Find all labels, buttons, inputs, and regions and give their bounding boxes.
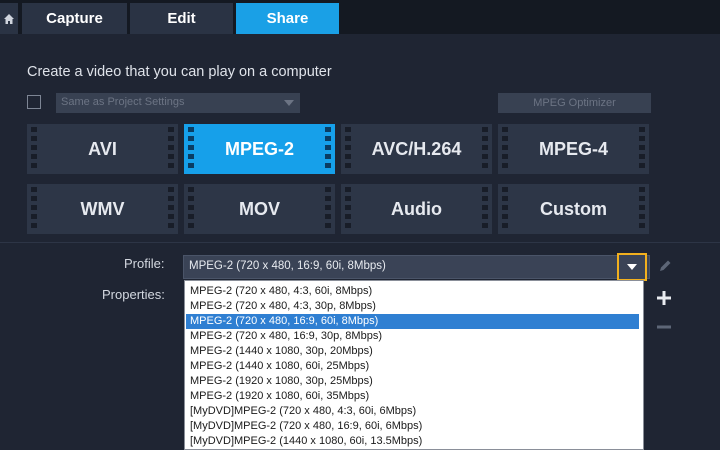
format-custom[interactable]: Custom xyxy=(498,184,649,234)
project-settings-value: Same as Project Settings xyxy=(61,96,185,108)
profile-option[interactable]: MPEG-2 (1440 x 1080, 30p, 20Mbps) xyxy=(186,344,639,359)
profile-option[interactable]: MPEG-2 (1440 x 1080, 60i, 25Mbps) xyxy=(186,359,639,374)
project-settings-select[interactable]: Same as Project Settings xyxy=(56,93,300,113)
remove-profile-button[interactable] xyxy=(653,316,675,338)
profile-option[interactable]: MPEG-2 (1920 x 1080, 60i, 35Mbps) xyxy=(186,389,639,404)
home-button[interactable] xyxy=(0,3,18,34)
profile-option[interactable]: [MyDVD]MPEG-2 (1440 x 1080, 60i, 13.5Mbp… xyxy=(186,434,639,449)
format-wmv[interactable]: WMV xyxy=(27,184,178,234)
profile-option[interactable]: MPEG-2 (720 x 480, 4:3, 30p, 8Mbps) xyxy=(186,299,639,314)
format-avi[interactable]: AVI xyxy=(27,124,178,174)
page-heading: Create a video that you can play on a co… xyxy=(27,64,332,80)
edit-profile-button[interactable] xyxy=(655,256,675,276)
profile-option[interactable]: MPEG-2 (720 x 480, 4:3, 60i, 8Mbps) xyxy=(186,284,639,299)
profile-option-selected[interactable]: MPEG-2 (720 x 480, 16:9, 60i, 8Mbps) xyxy=(186,314,639,329)
profile-select[interactable]: MPEG-2 (720 x 480, 16:9, 60i, 8Mbps) xyxy=(183,255,650,279)
tab-capture[interactable]: Capture xyxy=(22,3,127,34)
profile-option[interactable]: MPEG-2 (720 x 480, 16:9, 30p, 8Mbps) xyxy=(186,329,639,344)
tab-edit[interactable]: Edit xyxy=(130,3,233,34)
tab-share[interactable]: Share xyxy=(236,3,339,34)
chevron-down-icon xyxy=(284,100,294,106)
minus-icon xyxy=(657,325,671,329)
profile-option[interactable]: [MyDVD]MPEG-2 (720 x 480, 16:9, 60i, 6Mb… xyxy=(186,419,639,434)
profile-label: Profile: xyxy=(124,256,165,271)
section-divider xyxy=(0,242,720,243)
format-mov[interactable]: MOV xyxy=(184,184,335,234)
profile-option[interactable]: MPEG-2 (1920 x 1080, 30p, 25Mbps) xyxy=(186,374,639,389)
plus-icon xyxy=(657,291,671,305)
share-panel: Create a video that you can play on a co… xyxy=(0,34,720,450)
format-mpeg-4[interactable]: MPEG-4 xyxy=(498,124,649,174)
home-icon xyxy=(4,13,14,24)
tab-bar: Capture Edit Share xyxy=(0,0,720,34)
format-audio[interactable]: Audio xyxy=(341,184,492,234)
add-profile-button[interactable] xyxy=(653,287,675,309)
project-settings-checkbox[interactable] xyxy=(27,95,41,109)
profile-dropdown-button[interactable] xyxy=(617,253,647,281)
pencil-icon xyxy=(660,260,671,271)
profile-option[interactable]: [MyDVD]MPEG-2 (720 x 480, 4:3, 60i, 6Mbp… xyxy=(186,404,639,419)
mpeg-optimizer-button[interactable]: MPEG Optimizer xyxy=(498,93,651,113)
format-mpeg-2[interactable]: MPEG-2 xyxy=(184,124,335,174)
profile-dropdown-list: MPEG-2 (720 x 480, 4:3, 60i, 8Mbps) MPEG… xyxy=(184,280,644,450)
chevron-down-icon xyxy=(627,264,637,270)
properties-label: Properties: xyxy=(102,287,165,302)
format-avc-h264[interactable]: AVC/H.264 xyxy=(341,124,492,174)
profile-value: MPEG-2 (720 x 480, 16:9, 60i, 8Mbps) xyxy=(189,260,386,272)
